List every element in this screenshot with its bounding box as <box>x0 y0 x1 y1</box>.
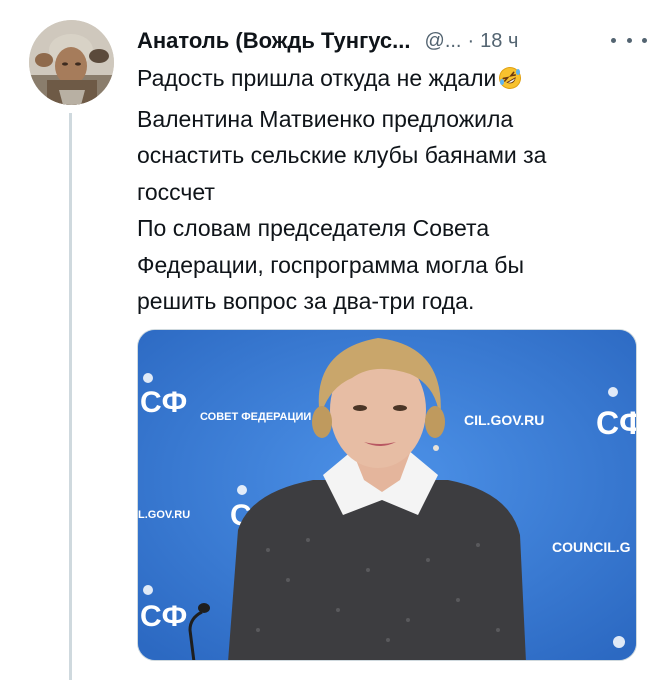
rolling-on-floor-laughing-emoji-icon <box>498 64 522 101</box>
tweet-line: решить вопрос за два-три года. <box>137 288 475 314</box>
thread-line <box>69 113 72 680</box>
avatar[interactable] <box>29 20 114 105</box>
tweet-text: Радость пришла откуда не ждали Валентина… <box>137 60 647 320</box>
backdrop-logo-text: СФ <box>140 386 187 419</box>
backdrop-logo-text: СФ <box>596 405 637 441</box>
author-name[interactable]: Анатоль (Вождь Тунгус... <box>137 28 411 54</box>
backdrop-text: COUNCIL.G <box>552 539 631 555</box>
more-options-icon[interactable] <box>611 28 647 52</box>
separator-dot: · <box>467 29 475 52</box>
backdrop-text: L.GOV.RU <box>138 509 190 521</box>
timestamp[interactable]: 18 ч <box>480 30 518 53</box>
backdrop-text: СОВЕТ ФЕДЕРАЦИИ <box>200 411 311 423</box>
tweet-header: Анатоль (Вождь Тунгус... @... · 18 ч <box>137 26 647 56</box>
backdrop-logo-text: СФ <box>140 600 187 633</box>
tweet-photo[interactable]: СФ СФ СФ СФ СОВЕТ ФЕДЕРАЦИИ CIL.GOV.RU C… <box>137 329 637 661</box>
photo-image: СФ СФ СФ СФ СОВЕТ ФЕДЕРАЦИИ CIL.GOV.RU C… <box>138 330 637 660</box>
tweet-line: оснастить сельские клубы баянами за <box>137 142 547 168</box>
avatar-image <box>29 20 114 105</box>
tweet-line: По словам председателя Совета <box>137 215 490 241</box>
tweet-line: госсчет <box>137 178 215 205</box>
tweet-line: Федерации, госпрограмма могла бы <box>137 251 525 278</box>
tweet-line: Валентина Матвиенко предложила <box>137 105 514 132</box>
tweet-line: Радость пришла откуда не ждали <box>137 60 647 101</box>
author-handle[interactable]: @... <box>425 30 462 53</box>
backdrop-text: CIL.GOV.RU <box>464 412 544 428</box>
